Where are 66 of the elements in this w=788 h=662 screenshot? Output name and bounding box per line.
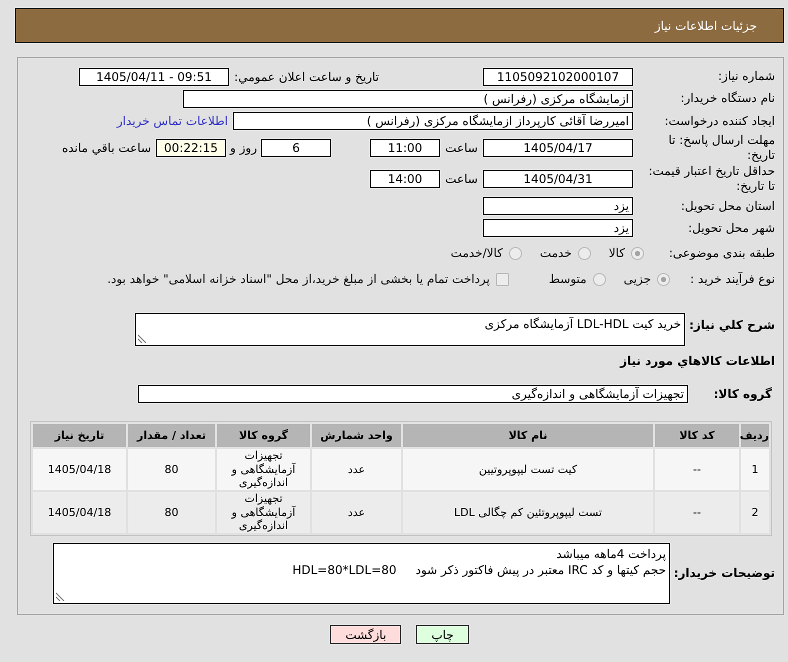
field-label: مهلت ارسال پاسخ: تا تاریخ: xyxy=(667,132,775,162)
table-cell: 80 xyxy=(128,449,215,490)
radio-option[interactable]: متوسط xyxy=(548,272,606,286)
table-cell: 2 xyxy=(741,492,769,533)
field-label: شرح كلي نياز: xyxy=(688,317,775,333)
summary-textarea[interactable]: خرید کیت LDL-HDL آزمایشگاه مرکزی xyxy=(135,313,685,346)
column-header: تاریخ نیاز xyxy=(33,424,126,447)
table-cell: 1405/04/18 xyxy=(33,492,126,533)
table-cell: تست لیپوپروتئین کم چگالی LDL xyxy=(403,492,653,533)
notes-textarea[interactable]: پرداخت 4ماهه میباشد حجم کیتها و کد IRC معتبر در پیش فاکتور ذکر شود HDL=80*LDL=80 xyxy=(53,543,670,604)
table-cell: -- xyxy=(655,492,739,533)
column-header: نام کالا xyxy=(403,424,653,447)
table-cell: عدد xyxy=(312,449,401,490)
province-field: یزد xyxy=(483,197,633,215)
contact-link[interactable]: اطلاعات تماس خریدار xyxy=(116,114,228,128)
page-title: جزئیات اطلاعات نیاز xyxy=(654,18,757,32)
radio-option[interactable]: خدمت xyxy=(540,246,591,260)
time-field: 11:00 xyxy=(370,138,440,156)
need-number-field: 1105092102000107 xyxy=(483,68,633,86)
field-label: توضیحات خریدار: xyxy=(672,566,775,581)
radio-option[interactable]: کالا/خدمت xyxy=(450,246,522,260)
radio-option[interactable]: جزیی xyxy=(624,272,670,286)
table-cell: 1 xyxy=(741,449,769,490)
field-label: تاریخ و ساعت اعلان عمومي: xyxy=(233,70,379,84)
field-label: ساعت باقي مانده xyxy=(62,140,151,154)
announcement-date-field: 1405/04/11 - 09:51 xyxy=(79,68,229,86)
field-label: نام دستگاه خریدار: xyxy=(680,91,775,106)
field-label: شماره نیاز: xyxy=(717,69,775,84)
field-label: استان محل تحویل: xyxy=(680,198,775,214)
column-header: ردیف xyxy=(741,424,769,447)
table-cell: عدد xyxy=(312,492,401,533)
buyer-org-field: ازمایشگاه مرکزی (رفرانس ) xyxy=(183,90,633,108)
column-header: گروه کالا xyxy=(217,424,310,447)
column-header: کد کالا xyxy=(655,424,739,447)
field-label: حداقل تاریخ اعتبار قیمت: تا تاریخ: xyxy=(647,164,775,194)
back-button[interactable]: بازگشت xyxy=(330,625,402,644)
field-label: شهر محل تحویل: xyxy=(687,220,775,236)
checkbox-option[interactable]: پرداخت تمام یا بخشی از مبلغ خرید،از محل "اسناد خزانه اسلامی" خواهد بود. xyxy=(107,272,509,286)
radio-option[interactable]: کالا xyxy=(608,246,644,260)
resize-handle-icon[interactable] xyxy=(56,592,65,601)
table-cell: تجهیزات آزمایشگاهی و اندازه‌گیری xyxy=(217,492,310,533)
column-header: واحد شمارش xyxy=(312,424,401,447)
date-field: 1405/04/31 xyxy=(483,170,633,188)
field-label: گروه کالا: xyxy=(712,386,773,402)
field-label: ساعت xyxy=(444,140,479,154)
table-cell: 1405/04/18 xyxy=(33,449,126,490)
city-field: یزد xyxy=(483,219,633,237)
remaining-time-field: 00:22:15 xyxy=(156,138,226,156)
table-cell: 80 xyxy=(128,492,215,533)
field-label: روز و xyxy=(228,140,258,154)
days-field: 6 xyxy=(261,138,331,156)
goods-group-field: تجهیزات آزمایشگاهی و اندازه‌گیری xyxy=(138,385,688,403)
table-cell: تجهیزات آزمایشگاهی و اندازه‌گیری xyxy=(217,449,310,490)
field-label: نوع فرآیند خرید : xyxy=(689,272,775,286)
column-header: تعداد / مقدار xyxy=(128,424,215,447)
table-cell: کیت تست لیپوپروتیین xyxy=(403,449,653,490)
date-field: 1405/04/17 xyxy=(483,138,633,156)
resize-handle-icon[interactable] xyxy=(138,334,147,343)
section-heading: اطلاعات كالاهاي مورد نياز xyxy=(620,354,775,368)
table-cell: -- xyxy=(655,449,739,490)
time-field: 14:00 xyxy=(370,170,440,188)
field-label: طبقه بندی موضوعی: xyxy=(668,246,775,260)
print-button[interactable]: چاپ xyxy=(416,625,469,644)
field-label: ساعت xyxy=(444,172,479,186)
requester-field: امیررضا آقائی کارپرداز ازمایشگاه مرکزی (رفرانس ) xyxy=(233,112,633,130)
field-label: ایجاد کننده درخواست: xyxy=(663,114,775,128)
